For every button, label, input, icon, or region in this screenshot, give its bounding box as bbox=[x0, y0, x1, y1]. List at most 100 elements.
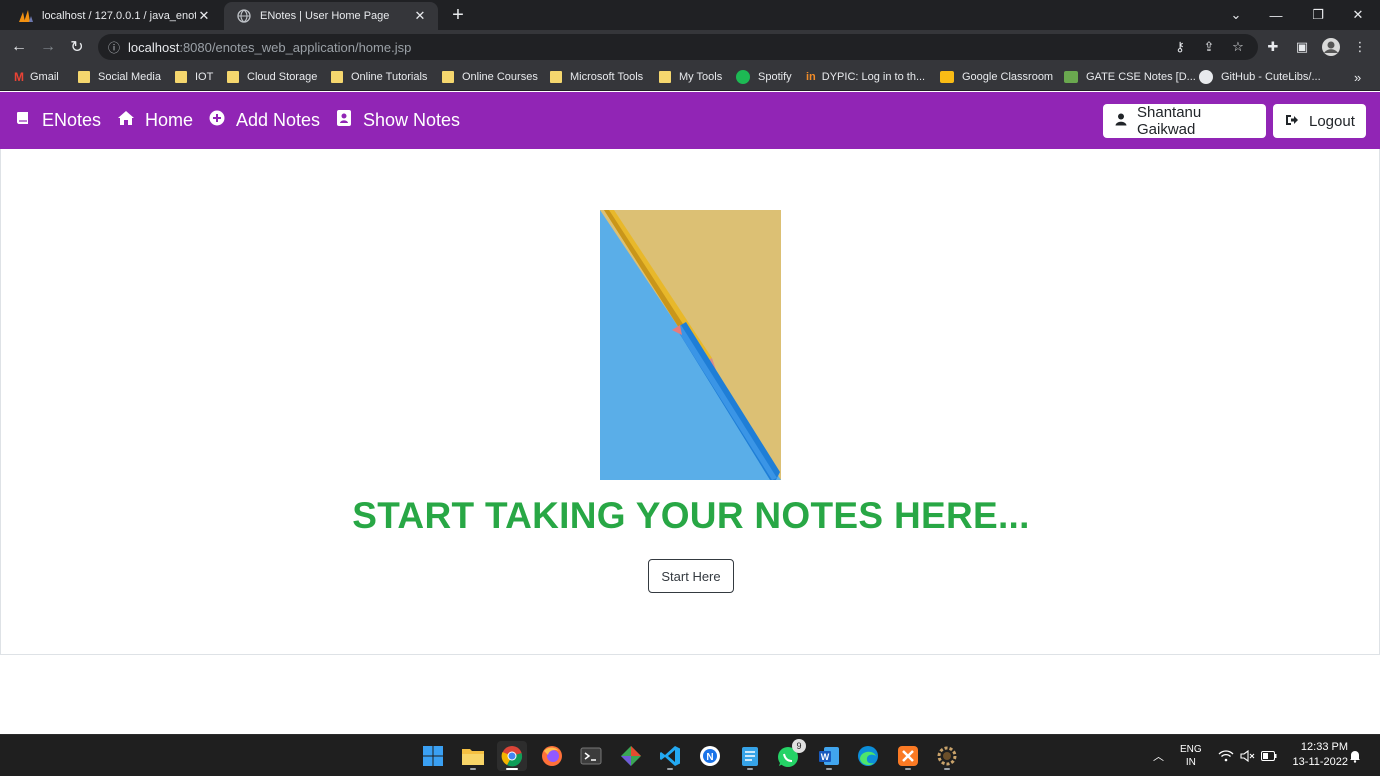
nav-add-notes[interactable]: Add Notes bbox=[208, 92, 320, 149]
bookmark-online-courses[interactable]: Online Courses bbox=[442, 64, 538, 90]
bookmark-label: My Tools bbox=[679, 71, 723, 83]
whatsapp-icon[interactable]: 9 bbox=[774, 739, 806, 771]
bookmark-github[interactable]: GitHub - CuteLibs/... bbox=[1199, 64, 1321, 90]
phpmyadmin-icon bbox=[18, 8, 34, 24]
plus-circle-icon bbox=[208, 110, 226, 131]
logout-label: Logout bbox=[1309, 112, 1355, 130]
nav-show-notes[interactable]: Show Notes bbox=[335, 92, 460, 149]
github-icon bbox=[1199, 70, 1213, 84]
bookmark-label: GitHub - CuteLibs/... bbox=[1221, 71, 1321, 83]
bookmarks-overflow-button[interactable]: » bbox=[1354, 64, 1361, 90]
reload-button[interactable]: ↻ bbox=[65, 35, 89, 59]
start-here-button[interactable]: Start Here bbox=[648, 559, 734, 593]
bookmark-google-classroom[interactable]: Google Classroom bbox=[940, 64, 1053, 90]
browser-toolbar: ← → ↻ ⓘ localhost :8080/enotes_web_appli… bbox=[0, 30, 1380, 64]
new-tab-button[interactable]: + bbox=[447, 4, 469, 26]
file-explorer-icon[interactable] bbox=[458, 741, 488, 771]
edge-icon[interactable] bbox=[853, 741, 883, 771]
menu-kebab-icon[interactable]: ⋮ bbox=[1348, 35, 1372, 59]
nav-show-notes-label: Show Notes bbox=[363, 110, 461, 130]
logout-button[interactable]: Logout bbox=[1273, 104, 1366, 138]
address-bar[interactable]: ⓘ localhost :8080/enotes_web_application… bbox=[98, 34, 1258, 60]
tab-title: localhost / 127.0.0.1 / java_enote bbox=[42, 10, 196, 22]
close-tab-icon[interactable]: ✕ bbox=[196, 8, 212, 24]
xampp-icon[interactable] bbox=[893, 741, 923, 771]
back-button[interactable]: ← bbox=[7, 35, 31, 59]
system-clock[interactable]: 12:33 PM 13-11-2022 bbox=[1293, 740, 1348, 770]
windows-start-icon[interactable] bbox=[418, 741, 448, 771]
bookmark-label: Spotify bbox=[758, 71, 792, 83]
bookmark-star-icon[interactable]: ☆ bbox=[1226, 35, 1250, 59]
git-icon[interactable] bbox=[616, 741, 646, 771]
bookmark-label: Social Media bbox=[98, 71, 161, 83]
language-indicator[interactable]: ENG IN bbox=[1180, 735, 1202, 776]
bookmark-iot[interactable]: IOT bbox=[175, 64, 213, 90]
folder-icon bbox=[442, 71, 454, 83]
tab-enotes-home[interactable]: ENotes | User Home Page ✕ bbox=[224, 2, 438, 30]
clock-date: 13-11-2022 bbox=[1292, 756, 1348, 768]
url-path: :8080/enotes_web_application/home.jsp bbox=[179, 39, 412, 55]
close-tab-icon[interactable]: ✕ bbox=[412, 8, 428, 24]
notifications-icon[interactable] bbox=[1348, 735, 1362, 776]
gate-notes-icon bbox=[1064, 71, 1078, 83]
key-icon[interactable]: ⚷ bbox=[1168, 35, 1192, 59]
bookmark-label: Gmail bbox=[30, 71, 59, 83]
bookmarks-bar: M Gmail Social Media IOT Cloud Storage O… bbox=[0, 64, 1380, 91]
notification-badge: 9 bbox=[792, 739, 806, 753]
address-book-icon bbox=[335, 109, 353, 132]
bookmark-social-media[interactable]: Social Media bbox=[78, 64, 161, 90]
forward-button[interactable]: → bbox=[36, 35, 60, 59]
app-navbar: ENotes Home Add Notes Show Notes Shantan… bbox=[0, 92, 1380, 149]
bookmark-my-tools[interactable]: My Tools bbox=[659, 64, 722, 90]
user-profile-button[interactable]: Shantanu Gaikwad bbox=[1103, 104, 1266, 138]
app-n-icon[interactable]: N bbox=[695, 741, 725, 771]
terminal-icon[interactable] bbox=[576, 741, 606, 771]
lang-code: ENG bbox=[1180, 744, 1202, 755]
vscode-icon[interactable] bbox=[655, 741, 685, 771]
show-hidden-icons-button[interactable]: ︿ bbox=[1153, 735, 1164, 776]
volume-muted-icon[interactable] bbox=[1240, 735, 1256, 776]
site-info-icon[interactable]: ⓘ bbox=[108, 39, 120, 56]
bookmark-dypic[interactable]: in DYPIC: Log in to th... bbox=[806, 64, 925, 90]
share-icon[interactable]: ⇪ bbox=[1197, 35, 1221, 59]
bookmark-spotify[interactable]: Spotify bbox=[736, 64, 792, 90]
settings-gear-icon[interactable] bbox=[932, 741, 962, 771]
bookmark-microsoft-tools[interactable]: Microsoft Tools bbox=[550, 64, 643, 90]
bookmark-cloud-storage[interactable]: Cloud Storage bbox=[227, 64, 317, 90]
tab-search-icon[interactable]: ⌄ bbox=[1216, 0, 1256, 30]
word-icon[interactable]: W bbox=[814, 741, 844, 771]
close-window-button[interactable]: ✕ bbox=[1338, 0, 1378, 30]
clock-time: 12:33 PM bbox=[1300, 741, 1348, 753]
battery-icon[interactable] bbox=[1261, 735, 1277, 776]
folder-icon bbox=[175, 71, 187, 83]
folder-icon bbox=[550, 71, 562, 83]
dypic-icon: in bbox=[806, 71, 816, 83]
bookmark-label: Microsoft Tools bbox=[570, 71, 644, 83]
running-indicator bbox=[667, 768, 673, 770]
wifi-icon[interactable] bbox=[1218, 735, 1234, 776]
extensions-icon[interactable]: ✚ bbox=[1261, 35, 1285, 59]
page-headline: START TAKING YOUR NOTES HERE... bbox=[352, 495, 1030, 536]
notepad-icon[interactable] bbox=[735, 741, 765, 771]
brand-link[interactable]: ENotes bbox=[14, 92, 101, 149]
bookmark-gmail[interactable]: M Gmail bbox=[14, 64, 59, 90]
bookmark-gate-cse-notes[interactable]: GATE CSE Notes [D... bbox=[1064, 64, 1196, 90]
bookmark-online-tutorials[interactable]: Online Tutorials bbox=[331, 64, 427, 90]
tab-phpmyadmin[interactable]: localhost / 127.0.0.1 / java_enote ✕ bbox=[6, 2, 222, 30]
running-indicator bbox=[944, 768, 950, 770]
folder-icon bbox=[227, 71, 239, 83]
chrome-icon[interactable] bbox=[497, 741, 527, 771]
profile-avatar[interactable] bbox=[1319, 35, 1343, 59]
side-panel-icon[interactable]: ▣ bbox=[1290, 35, 1314, 59]
nav-home[interactable]: Home bbox=[117, 92, 193, 149]
gmail-icon: M bbox=[14, 70, 24, 84]
running-indicator bbox=[905, 768, 911, 770]
restore-button[interactable]: ❐ bbox=[1298, 0, 1338, 30]
brand-label: ENotes bbox=[42, 110, 102, 130]
minimize-button[interactable]: — bbox=[1256, 0, 1296, 30]
home-card: START TAKING YOUR NOTES HERE... Start He… bbox=[0, 149, 1380, 655]
firefox-icon[interactable] bbox=[537, 741, 567, 771]
bookmark-label: Google Classroom bbox=[962, 71, 1054, 83]
svg-text:N: N bbox=[706, 752, 713, 763]
nav-add-notes-label: Add Notes bbox=[236, 110, 321, 130]
